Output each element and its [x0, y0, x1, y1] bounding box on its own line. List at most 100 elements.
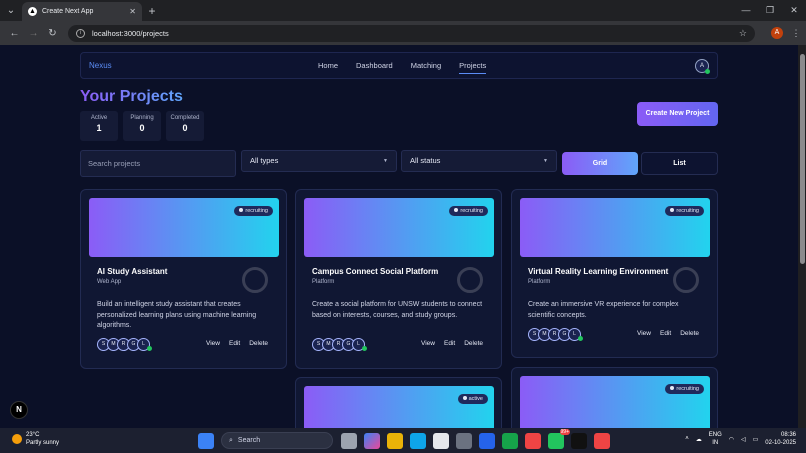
delete-button[interactable]: Delete: [464, 340, 483, 347]
search-input[interactable]: [80, 150, 236, 177]
online-indicator: [578, 336, 583, 341]
project-card[interactable]: recruiting AI Study Assistant Web App Bu…: [80, 189, 287, 369]
back-icon[interactable]: ←: [5, 28, 24, 39]
minimize-icon[interactable]: —: [734, 5, 758, 16]
onedrive-icon[interactable]: ☁: [696, 436, 702, 443]
online-indicator: [147, 346, 152, 351]
progress-ring: [457, 267, 483, 293]
app-icon[interactable]: [456, 432, 472, 449]
stat-label: Active: [90, 115, 108, 121]
tab-search-icon[interactable]: ⌄: [0, 0, 22, 21]
card-banner: recruiting: [89, 198, 279, 257]
view-button[interactable]: View: [206, 340, 220, 347]
edge-icon[interactable]: [410, 432, 426, 449]
project-card[interactable]: recruiting: [511, 367, 718, 428]
file-explorer-icon[interactable]: [387, 432, 403, 449]
status-badge: recruiting: [449, 206, 488, 216]
delete-button[interactable]: Delete: [249, 340, 268, 347]
bookmark-star-icon[interactable]: ☆: [739, 28, 747, 39]
project-card[interactable]: recruiting Virtual Reality Learning Envi…: [511, 189, 718, 358]
nav-link-home[interactable]: Home: [318, 61, 338, 70]
chrome-icon[interactable]: [525, 432, 541, 449]
project-type: Web App: [97, 279, 122, 285]
close-window-icon[interactable]: ✕: [782, 5, 806, 16]
partly-sunny-icon: [12, 434, 22, 444]
battery-icon[interactable]: ▭: [753, 436, 759, 443]
online-indicator: [362, 346, 367, 351]
forward-icon[interactable]: →: [24, 28, 43, 39]
member-avatars: S M R G L: [312, 338, 367, 351]
create-project-button[interactable]: Create New Project: [637, 102, 718, 126]
grid-view-button[interactable]: Grid: [562, 152, 638, 175]
vscode-icon[interactable]: [479, 432, 495, 449]
brand-logo[interactable]: Nexus: [89, 61, 112, 70]
edit-button[interactable]: Edit: [444, 340, 455, 347]
type-filter-value: All types: [250, 156, 279, 165]
clock[interactable]: 08:36 02-10-2025: [765, 431, 796, 447]
project-card[interactable]: active: [295, 377, 502, 428]
nextjs-dev-indicator[interactable]: N: [10, 401, 28, 419]
region-code: IN: [712, 440, 719, 446]
site-info-icon[interactable]: i: [76, 28, 85, 38]
language-indicator[interactable]: ENG IN: [709, 431, 722, 447]
project-card[interactable]: recruiting Campus Connect Social Platfor…: [295, 189, 502, 369]
list-view-button[interactable]: List: [641, 152, 718, 175]
project-type: Platform: [312, 279, 335, 285]
nav-link-matching[interactable]: Matching: [411, 61, 441, 70]
windows-start-icon[interactable]: [198, 432, 214, 449]
restore-icon[interactable]: ❐: [758, 5, 782, 16]
url-text: localhost:3000/projects: [92, 28, 169, 38]
view-button[interactable]: View: [421, 340, 435, 347]
edit-button[interactable]: Edit: [660, 330, 671, 337]
reload-icon[interactable]: ↻: [43, 28, 62, 39]
nav-link-dashboard[interactable]: Dashboard: [356, 61, 393, 70]
page-content: Nexus Home Dashboard Matching Projects A…: [0, 45, 798, 428]
stat-value: 0: [139, 123, 145, 133]
profile-avatar[interactable]: A: [771, 27, 783, 39]
edit-button[interactable]: Edit: [229, 340, 240, 347]
type-filter-select[interactable]: All types ▼: [241, 150, 397, 172]
member-avatars: S M R G L: [528, 328, 583, 341]
wifi-icon[interactable]: ◠: [729, 436, 734, 443]
terminal-icon[interactable]: [571, 432, 587, 449]
stat-completed: Completed 0: [166, 111, 204, 141]
volume-icon[interactable]: ◁: [741, 436, 746, 443]
stat-label: Planning: [130, 115, 154, 121]
project-title: Virtual Reality Learning Environment: [528, 267, 669, 276]
nav-link-projects[interactable]: Projects: [459, 61, 487, 74]
browser-tab-bar: ⌄ ▲ Create Next App ✕ + — ❐ ✕: [0, 0, 806, 22]
chevron-up-icon[interactable]: ˄: [685, 436, 689, 442]
delete-button[interactable]: Delete: [680, 330, 699, 337]
card-banner: active: [304, 386, 494, 428]
stat-label: Completed: [170, 115, 200, 121]
status-badge-text: active: [468, 396, 483, 402]
clock-time: 08:36: [780, 432, 796, 438]
page-scrollbar[interactable]: [798, 45, 806, 428]
browser-tab[interactable]: ▲ Create Next App ✕: [22, 1, 142, 22]
url-field[interactable]: i localhost:3000/projects ☆: [68, 24, 755, 42]
whatsapp-icon[interactable]: 99+: [548, 428, 570, 449]
project-title: Campus Connect Social Platform: [312, 267, 439, 276]
project-description: Create a social platform for UNSW studen…: [312, 301, 483, 319]
more-menu-icon[interactable]: ⋮: [791, 28, 801, 39]
project-description: Build an intelligent study assistant tha…: [97, 301, 257, 329]
nextjs-favicon-icon: ▲: [28, 7, 37, 16]
weather-widget[interactable]: 23°C Partly sunny: [12, 431, 59, 447]
scrollbar-thumb[interactable]: [800, 54, 805, 264]
taskbar-search-label: Search: [237, 437, 261, 444]
task-view-icon[interactable]: [341, 432, 357, 449]
new-tab-icon[interactable]: +: [142, 4, 162, 18]
taskbar-search[interactable]: ⌕ Search: [221, 432, 333, 449]
user-avatar[interactable]: A: [695, 59, 710, 74]
copilot-icon[interactable]: [364, 432, 380, 449]
status-badge-text: recruiting: [245, 208, 268, 214]
store-icon[interactable]: [433, 432, 449, 449]
status-badge: recruiting: [665, 206, 704, 216]
status-filter-select[interactable]: All status ▼: [401, 150, 557, 172]
chrome-profile-icon[interactable]: [594, 432, 610, 449]
tab-title: Create Next App: [42, 8, 94, 15]
tab-close-icon[interactable]: ✕: [129, 7, 136, 16]
stats-row: Active 1 Planning 0 Completed 0: [80, 111, 204, 141]
view-button[interactable]: View: [637, 330, 651, 337]
xbox-icon[interactable]: [502, 432, 518, 449]
